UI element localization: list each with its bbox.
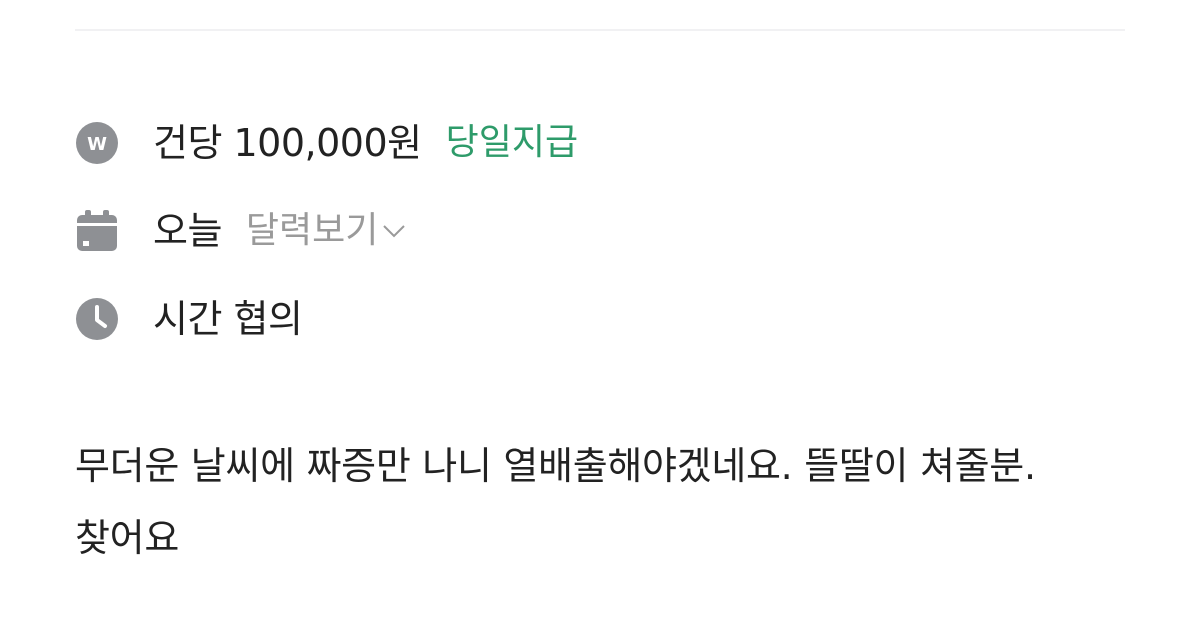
won-coin-icon: W	[75, 118, 125, 168]
clock-icon	[75, 294, 125, 344]
time-value: 시간 협의	[153, 297, 303, 341]
time-row: 시간 협의	[75, 286, 578, 352]
view-calendar-link[interactable]: 달력보기	[246, 198, 406, 264]
date-row: 오늘 달력보기	[75, 198, 578, 264]
job-description: 무더운 날씨에 짜증만 나니 열배출해야겠네요. 뜰딸이 쳐줄분. 찾어요	[75, 444, 1036, 560]
date-value: 오늘	[153, 209, 222, 253]
payment-timing-badge: 당일지급	[445, 122, 579, 163]
job-info-list: W 건당 100,000원 당일지급 오늘 달력보기 시간 협의	[75, 110, 578, 352]
svg-text:W: W	[87, 134, 107, 155]
view-calendar-label: 달력보기	[245, 210, 379, 251]
chevron-down-icon	[383, 225, 406, 238]
top-divider	[75, 29, 1125, 31]
calendar-icon	[75, 206, 125, 256]
pay-row: W 건당 100,000원 당일지급	[75, 110, 578, 176]
pay-amount: 건당 100,000원	[153, 121, 422, 165]
